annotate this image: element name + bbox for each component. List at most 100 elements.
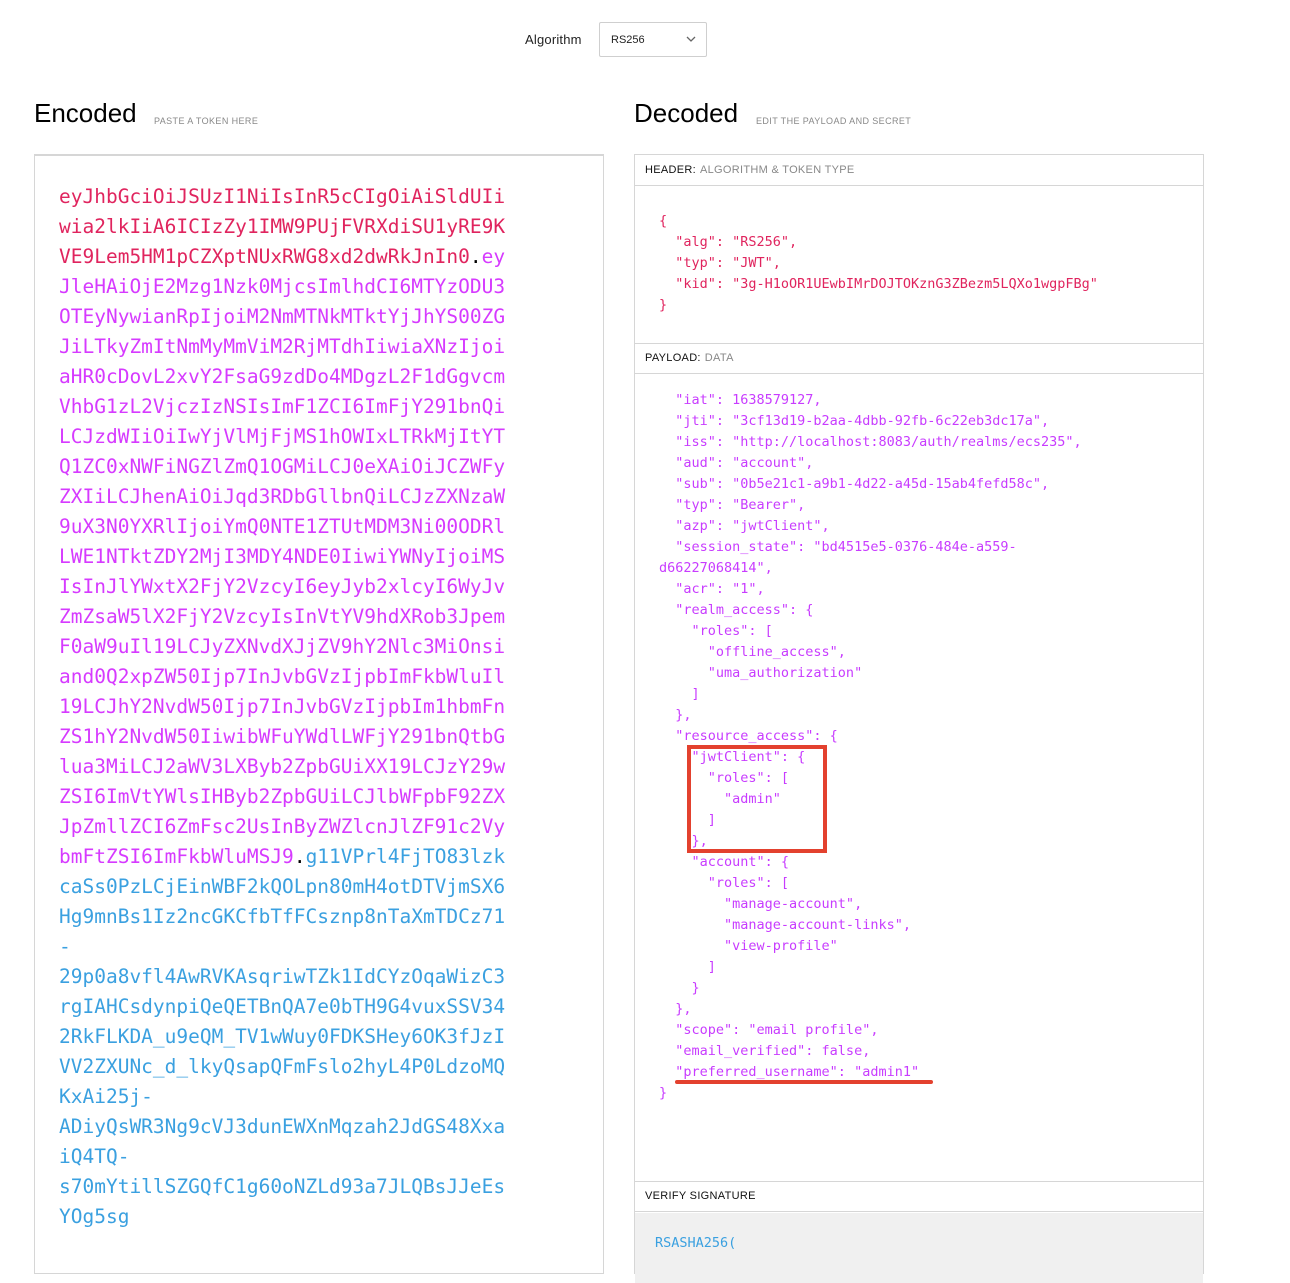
- token-line: Hg9mnBs1Iz2ncGKCfbTfFCsznp8nTaXmTDCz71: [59, 902, 529, 932]
- token-signature-part: s70mYtillSZGQfC1g60oNZLd93a7JLQBsJJeEs: [59, 1175, 506, 1198]
- payload-section-title: PAYLOAD: DATA: [635, 343, 1203, 374]
- token-payload-part: Q1ZC0xNWFiNGZlZmQ1OGMiLCJ0eXAiOiJCZWFy: [59, 455, 506, 478]
- token-header-part: wia2lkIiA6ICIzZy1IMW9PUjFVRXdiSU1yRE9K: [59, 215, 506, 238]
- token-line: lua3MiLCJ2aWV3LXByb2ZpbGUiXX19LCJzY29w: [59, 752, 529, 782]
- token-payload-part: bmFtZSI6ImFkbWluMSJ9: [59, 845, 294, 868]
- payload-desc: DATA: [704, 352, 734, 364]
- signature-code: RSASHA256(: [655, 1235, 737, 1251]
- code-line: {: [659, 213, 668, 229]
- decoded-title: Decoded: [634, 98, 739, 128]
- token-line: ADiyQsWR3Ng9cVJ3dunEWXnMqzah2JdGS48Xxa: [59, 1112, 529, 1142]
- token-line: 2RkFLKDA_u9eQM_TV1wWuy0FDKSHey6OK3fJzI: [59, 1022, 529, 1052]
- code-line: "realm_access": {: [659, 602, 814, 618]
- token-payload-part: lua3MiLCJ2aWV3LXByb2ZpbGUiXX19LCJzY29w: [59, 755, 506, 778]
- payload-label: PAYLOAD:: [645, 352, 701, 364]
- token-payload-part: ZXIiLCJhenAiOiJqd3RDbGllbnQiLCJzZXNzaW: [59, 485, 506, 508]
- header-desc: ALGORITHM & TOKEN TYPE: [700, 164, 855, 176]
- token-line: F0aW9uIl19LCJyZXNvdXJjZV9hY2Nlc3MiOnsi: [59, 632, 529, 662]
- code-line: "jwtClient": {: [659, 749, 806, 765]
- verify-label: VERIFY SIGNATURE: [645, 1190, 756, 1202]
- code-line: "aud": "account",: [659, 455, 814, 471]
- code-line: ]: [659, 812, 716, 828]
- token-payload-part: 9uX3N0YXRlIjoiYmQ0NTE1ZTUtMDM3Ni00ODRl: [59, 515, 506, 538]
- verify-signature-area[interactable]: RSASHA256(: [635, 1213, 1203, 1283]
- code-line: },: [659, 707, 692, 723]
- token-line: OTEyNywianRpIjoiM2NmMTNkMTktYjJhYS00ZG: [59, 302, 529, 332]
- header-json-editor[interactable]: { "alg": "RS256", "typ": "JWT", "kid": "…: [659, 211, 1098, 316]
- token-signature-part: caSs0PzLCjEinWBF2kQOLpn80mH4otDTVjmSX6: [59, 875, 506, 898]
- token-line: wia2lkIiA6ICIzZy1IMW9PUjFVRXdiSU1yRE9K: [59, 212, 529, 242]
- token-payload-part: VhbG1zL2VjczIzNSIsImF1ZCI6ImFjY291bnQi: [59, 395, 506, 418]
- token-signature-part: VV2ZXUNc_d_lkyQsapQFmFslo2hyL4P0LdzoMQ: [59, 1055, 506, 1078]
- token-line: bmFtZSI6ImFkbWluMSJ9.g11VPrl4FjTO83lzk: [59, 842, 529, 872]
- token-payload-part: F0aW9uIl19LCJyZXNvdXJjZV9hY2Nlc3MiOnsi: [59, 635, 506, 658]
- code-line: ]: [659, 959, 716, 975]
- algorithm-label: Algorithm: [525, 32, 582, 47]
- token-line: s70mYtillSZGQfC1g60oNZLd93a7JLQBsJJeEs: [59, 1172, 529, 1202]
- payload-json-editor[interactable]: "iat": 1638579127, "jti": "3cf13d19-b2aa…: [659, 390, 1082, 1104]
- token-line: VE9Lem5HM1pCZXptNUxRWG8xd2dwRkJnIn0.ey: [59, 242, 529, 272]
- decoded-panel: HEADER: ALGORITHM & TOKEN TYPE { "alg": "…: [634, 154, 1204, 1283]
- verify-section-title: VERIFY SIGNATURE: [635, 1181, 1203, 1212]
- token-signature-part: Hg9mnBs1Iz2ncGKCfbTfFCsznp8nTaXmTDCz71: [59, 905, 506, 928]
- code-line: "preferred_username": "admin1": [659, 1064, 920, 1080]
- token-signature-part: 2RkFLKDA_u9eQM_TV1wWuy0FDKSHey6OK3fJzI: [59, 1025, 506, 1048]
- token-payload-part: aHR0cDovL2xvY2FsaG9zdDo4MDgzL2F1dGgvcm: [59, 365, 506, 388]
- code-line: "typ": "JWT",: [659, 255, 781, 271]
- token-line: 19LCJhY2NvdW50Ijp7InJvbGVzIjpbIm1hbmFn: [59, 692, 529, 722]
- token-line: and0Q2xpZW50Ijp7InJvbGVzIjpbImFkbWluIl: [59, 662, 529, 692]
- code-line: "iss": "http://localhost:8083/auth/realm…: [659, 434, 1082, 450]
- token-line: KxAi25j-: [59, 1082, 529, 1112]
- token-line: 29p0a8vfl4AwRVKAsqriwTZk1IdCYzOqaWizC3: [59, 962, 529, 992]
- token-line: ZmZsaW5lX2FjY2VzcyIsInVtYV9hdXRob3Jpem: [59, 602, 529, 632]
- token-signature-part: 29p0a8vfl4AwRVKAsqriwTZk1IdCYzOqaWizC3: [59, 965, 506, 988]
- token-line: eyJhbGciOiJSUzI1NiIsInR5cCIgOiAiSldUIi: [59, 182, 529, 212]
- token-line: JiLTkyZmItNmMyMmViM2RjMTdhIiwiaXNzIjoi: [59, 332, 529, 362]
- token-line: ZSI6ImVtYWlsIHByb2ZpbGUiLCJlbWFpbF92ZX: [59, 782, 529, 812]
- token-line: LCJzdWIiOiIwYjVlMjFjMS1hOWIxLTRkMjItYT: [59, 422, 529, 452]
- code-line: "view-profile": [659, 938, 838, 954]
- token-signature-part: iQ4TQ-: [59, 1145, 130, 1168]
- code-line: },: [659, 833, 708, 849]
- algorithm-select[interactable]: RS256: [599, 22, 707, 57]
- decoded-subtitle: EDIT THE PAYLOAD AND SECRET: [756, 116, 912, 126]
- header-section-title: HEADER: ALGORITHM & TOKEN TYPE: [635, 155, 1203, 186]
- token-separator: .: [293, 845, 306, 868]
- code-line: "azp": "jwtClient",: [659, 518, 830, 534]
- token-line: VhbG1zL2VjczIzNSIsImF1ZCI6ImFjY291bnQi: [59, 392, 529, 422]
- token-payload-part: ZmZsaW5lX2FjY2VzcyIsInVtYV9hdXRob3Jpem: [59, 605, 506, 628]
- code-line: "roles": [: [659, 770, 790, 786]
- token-header-part: eyJhbGciOiJSUzI1NiIsInR5cCIgOiAiSldUIi: [59, 185, 506, 208]
- token-payload-part: LCJzdWIiOiIwYjVlMjFjMS1hOWIxLTRkMjItYT: [59, 425, 506, 448]
- token-line: aHR0cDovL2xvY2FsaG9zdDo4MDgzL2F1dGgvcm: [59, 362, 529, 392]
- code-line: "admin": [659, 791, 781, 807]
- code-line: d66227068414",: [659, 560, 773, 576]
- encoded-subtitle: PASTE A TOKEN HERE: [154, 116, 259, 126]
- token-signature-part: -: [59, 935, 71, 958]
- code-line: }: [659, 297, 668, 313]
- token-payload-part: JleHAiOjE2Mzg1Nzk0MjcsImlhdCI6MTYzODU3: [59, 275, 506, 298]
- code-line: "kid": "3g-H1oOR1UEwbIMrDOJTOKznG3ZBezm5…: [659, 276, 1098, 292]
- token-signature-part: rgIAHCsdynpiQeQETBnQA7e0bTH9G4vuxSSV34: [59, 995, 506, 1018]
- code-line: "typ": "Bearer",: [659, 497, 806, 513]
- code-line: }: [659, 980, 700, 996]
- token-line: VV2ZXUNc_d_lkyQsapQFmFslo2hyL4P0LdzoMQ: [59, 1052, 529, 1082]
- code-line: "iat": 1638579127,: [659, 392, 822, 408]
- token-line: rgIAHCsdynpiQeQETBnQA7e0bTH9G4vuxSSV34: [59, 992, 529, 1022]
- token-line: caSs0PzLCjEinWBF2kQOLpn80mH4otDTVjmSX6: [59, 872, 529, 902]
- token-header-part: VE9Lem5HM1pCZXptNUxRWG8xd2dwRkJnIn0: [59, 245, 470, 268]
- token-line: YOg5sg: [59, 1202, 529, 1232]
- token-line: 9uX3N0YXRlIjoiYmQ0NTE1ZTUtMDM3Ni00ODRl: [59, 512, 529, 542]
- token-signature-part: g11VPrl4FjTO83lzk: [305, 845, 506, 868]
- token-line: -: [59, 932, 529, 962]
- code-line: "roles": [: [659, 875, 790, 891]
- token-payload-part: ZSI6ImVtYWlsIHByb2ZpbGUiLCJlbWFpbF92ZX: [59, 785, 506, 808]
- code-line: "roles": [: [659, 623, 773, 639]
- encoded-token-textarea[interactable]: eyJhbGciOiJSUzI1NiIsInR5cCIgOiAiSldUIi wi…: [34, 154, 604, 1274]
- token-signature-part: KxAi25j-: [59, 1085, 153, 1108]
- code-line: "session_state": "bd4515e5-0376-484e-a55…: [659, 539, 1017, 555]
- token-line: IsInJlYWxtX2FjY2VzcyI6eyJyb2xlcyI6WyJv: [59, 572, 529, 602]
- token-line: ZXIiLCJhenAiOiJqd3RDbGllbnQiLCJzZXNzaW: [59, 482, 529, 512]
- code-line: "uma_authorization": [659, 665, 863, 681]
- code-line: "acr": "1",: [659, 581, 765, 597]
